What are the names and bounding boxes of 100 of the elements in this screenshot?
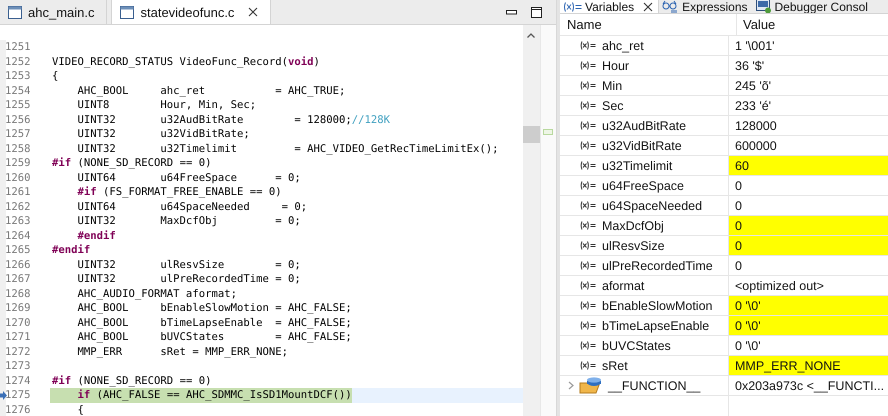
variable-icon (580, 361, 596, 370)
variable-value: 128000 (734, 118, 778, 134)
caret-up-icon[interactable] (527, 33, 535, 38)
monitor-icon (756, 0, 772, 13)
variable-icon (580, 181, 596, 190)
variable-name: Min (602, 78, 622, 92)
line-number: 1259 (5, 156, 31, 170)
variable-value: 0 (734, 258, 743, 274)
variable-name: bTimeLapseEnable (602, 318, 710, 332)
view-tab[interactable]: Variables (560, 0, 660, 13)
variable-name: u32VidBitRate (602, 138, 682, 152)
line-number: 1262 (5, 200, 31, 214)
variable-icon (580, 81, 596, 90)
variable-icon (580, 161, 596, 170)
variable-value: 233 'é' (734, 98, 772, 114)
variable-name: u32AudBitRate (602, 118, 686, 132)
line-number: 1265 (5, 243, 31, 258)
editor-tab[interactable]: statevideofunc.c (111, 0, 272, 24)
editor-tab[interactable]: ahc_main.c (0, 0, 108, 24)
overview-marker (543, 129, 553, 135)
line-number: 1261 (5, 185, 31, 200)
variable-icon (580, 101, 596, 110)
close-icon[interactable] (643, 2, 654, 12)
variable-icon (580, 241, 596, 250)
maximize-icon[interactable] (531, 6, 542, 18)
variable-value: 245 'õ' (734, 78, 772, 94)
line-number: 1269 (5, 301, 31, 316)
scrollbar-thumb[interactable] (523, 126, 540, 143)
code-line: #endif (76, 228, 116, 243)
column-header[interactable]: Name (560, 14, 737, 35)
line-number: 1273 (5, 359, 31, 374)
variable-icon (580, 141, 596, 150)
variable-value: 0 (729, 216, 888, 235)
code-line: VIDEO_RECORD_STATUS VideoFunc_Record(void) (51, 54, 320, 69)
line-number: 1268 (5, 286, 31, 301)
variable-icon (580, 221, 596, 230)
line-number: 1251 (5, 40, 31, 54)
line-number: 1252 (5, 54, 31, 69)
variable-name: aformat (602, 278, 644, 292)
variable-value: 0 (729, 236, 888, 255)
view-tab[interactable]: Debugger Consol (752, 0, 873, 13)
code-line: #if (NONE_SD_RECORD == 0) (51, 374, 212, 388)
variable-value: 0 '\0' (734, 338, 762, 354)
variable-name: __FUNCTION__ (608, 378, 700, 392)
variable-name: u32Timelimit (602, 158, 672, 172)
line-number: 1263 (5, 214, 31, 228)
view-tab[interactable]: Expressions (659, 0, 753, 13)
variable-value: 0 (734, 178, 743, 194)
variable-name: MaxDcfObj (602, 218, 664, 232)
code-line: UINT32 ulPreRecordedTime = 0; (76, 272, 301, 286)
code-line: #endif (51, 243, 90, 258)
line-number: 1270 (5, 316, 31, 330)
line-number: 1276 (5, 402, 31, 416)
variable-icon (580, 301, 596, 310)
code-line: UINT8 Hour, Min, Sec; (76, 98, 256, 112)
variable-name: ulPreRecordedTime (602, 258, 713, 272)
line-number: 1256 (5, 112, 31, 127)
variable-value: 0 '\0' (729, 296, 888, 315)
variable-value: <optimized out> (734, 278, 825, 295)
code-line: UINT32 u32AudBitRate = 128000;//128K (76, 112, 390, 127)
line-number: 1253 (5, 69, 31, 84)
variable-name: sRet (602, 358, 628, 372)
variable-value: 0x203a973c <__FUNCTI... (734, 378, 886, 394)
column-header[interactable]: Value (737, 14, 888, 35)
scrollbar[interactable] (523, 25, 540, 416)
code-line: AHC_AUDIO_FORMAT aformat; (76, 286, 237, 301)
line-number: 1254 (5, 84, 31, 98)
minimize-icon[interactable] (506, 10, 517, 14)
code-line: UINT32 MaxDcfObj = 0; (76, 214, 301, 228)
close-icon[interactable] (248, 7, 258, 17)
variable-value: 60 (729, 156, 888, 175)
code-line: AHC_BOOL bTimeLapseEnable = AHC_FALSE; (76, 316, 352, 330)
variable-name: Hour (602, 58, 630, 72)
code-line: { (76, 402, 84, 416)
file-icon (8, 6, 22, 18)
variable-icon (580, 41, 596, 50)
code-line: #if (FS_FORMAT_FREE_ENABLE == 0) (76, 185, 282, 200)
variable-value: 0 (734, 198, 743, 214)
glasses-icon (662, 0, 680, 13)
variable-name: bEnableSlowMotion (602, 298, 712, 312)
line-number: 1258 (5, 142, 31, 156)
variable-value: 1 '\001' (734, 38, 776, 54)
variable-icon (580, 261, 596, 270)
line-number: 1260 (5, 170, 31, 185)
code-line: UINT32 ulResvSize = 0; (76, 258, 301, 272)
code-line: #if (NONE_SD_RECORD == 0) (51, 156, 212, 170)
chevron-icon[interactable] (568, 381, 574, 390)
variable-icon (563, 2, 582, 12)
code-line: MMP_ERR sRet = MMP_ERR_NONE; (76, 344, 288, 359)
variable-value: MMP_ERR_NONE (729, 356, 888, 375)
variable-name: bUVCStates (602, 338, 671, 352)
variable-value: 36 '$' (734, 58, 766, 74)
variable-icon (580, 321, 596, 330)
line-number: 1267 (5, 272, 31, 286)
variable-name: Sec (602, 98, 624, 112)
code-line: UINT64 u64FreeSpace = 0; (76, 170, 301, 185)
variable-icon (580, 61, 596, 70)
line-number: 1266 (5, 258, 31, 272)
line-number: 1275 (5, 388, 31, 402)
variable-icon (580, 201, 596, 210)
